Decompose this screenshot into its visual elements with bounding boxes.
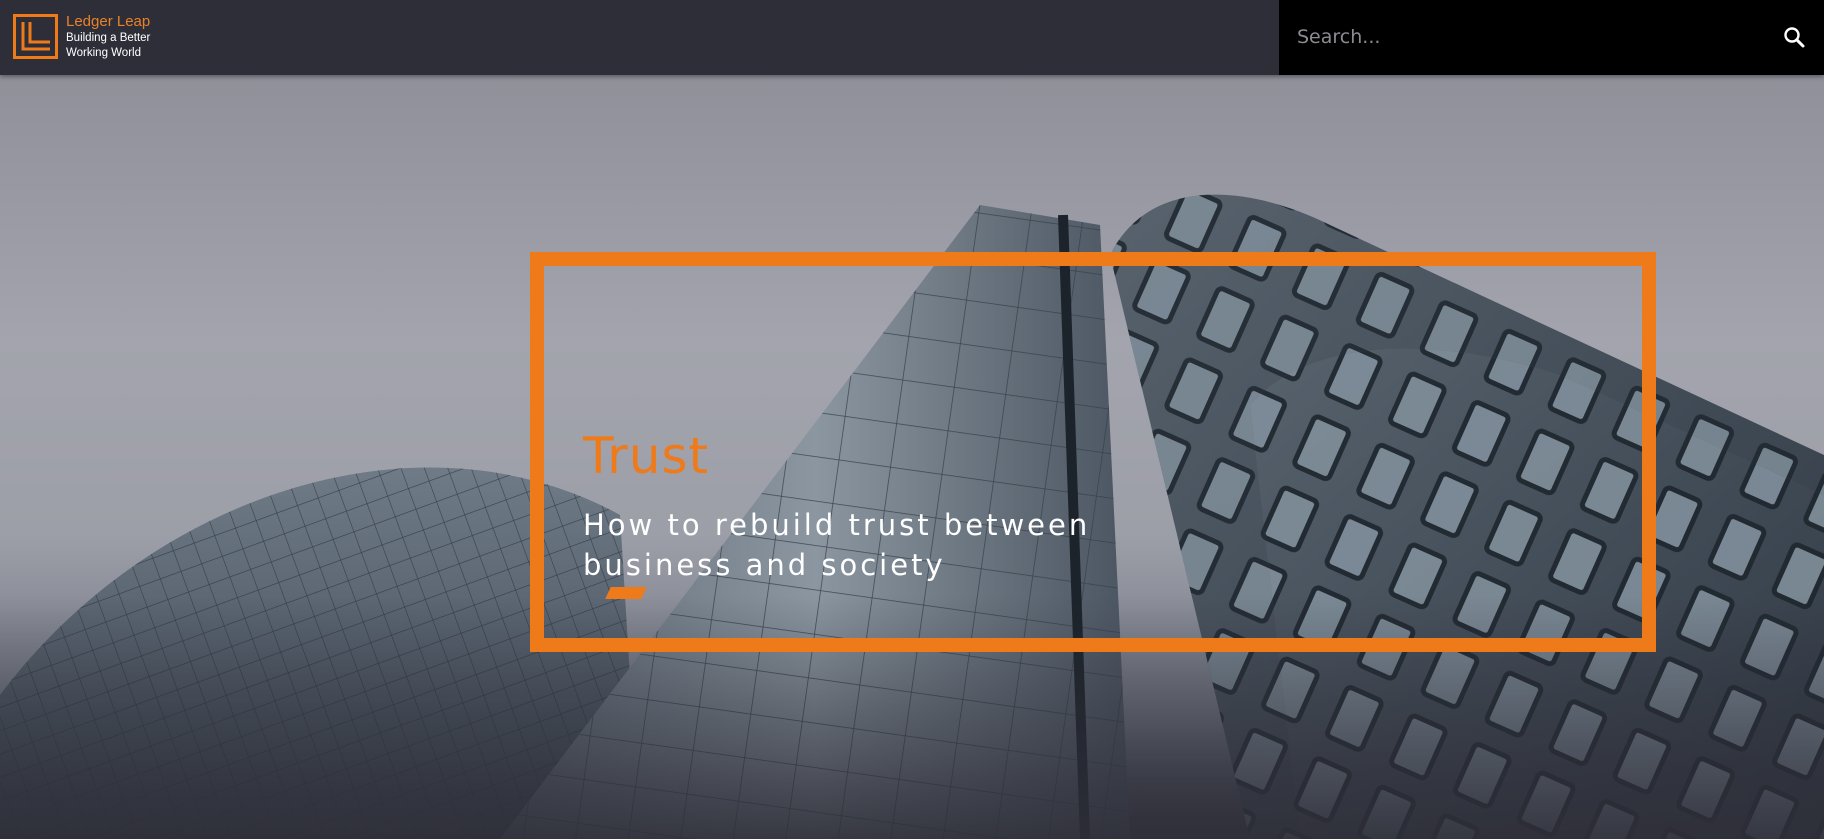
search-box: [1279, 0, 1824, 75]
logo-mark-icon: [13, 14, 58, 59]
hero-title: Trust: [583, 427, 710, 485]
search-input[interactable]: [1297, 19, 1767, 55]
brand-name: Ledger Leap: [66, 13, 151, 30]
hero-banner: Trust How to rebuild trust between busin…: [0, 75, 1824, 839]
site-header: Ledger Leap Building a Better Working Wo…: [0, 0, 1824, 75]
hero-subtitle[interactable]: How to rebuild trust between business an…: [583, 505, 1183, 585]
brand-text: Ledger Leap Building a Better Working Wo…: [66, 12, 150, 61]
search-icon: [1784, 27, 1805, 48]
brand-tagline-line2: Working World: [66, 47, 141, 59]
hero-accent-dash: [605, 587, 647, 599]
brand-logo[interactable]: [13, 14, 58, 59]
brand-tagline-line1: Building a Better: [66, 32, 151, 44]
search-button[interactable]: [1779, 22, 1811, 54]
